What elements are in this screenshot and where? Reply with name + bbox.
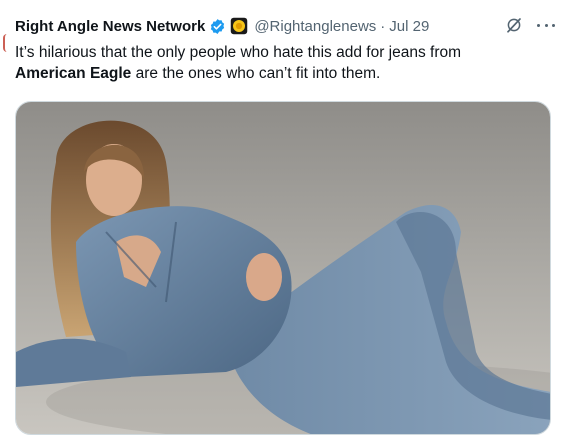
author-handle[interactable]: @Rightanglenews [254, 18, 376, 35]
verified-badge-icon[interactable] [209, 18, 226, 35]
separator-dot: · [380, 17, 386, 35]
tweet-text-start: It’s hilarious that the only people who … [15, 44, 462, 61]
tweet-header: Right Angle News Network @Rightanglenews… [15, 16, 555, 36]
tweet-text-bold: American Eagle [15, 65, 132, 82]
author-name[interactable]: Right Angle News Network [15, 18, 205, 35]
tweet-text-end: are the ones who can’t fit into them. [131, 65, 381, 82]
photo-illustration [16, 102, 550, 434]
edge-mark [3, 34, 11, 52]
affiliate-badge-icon[interactable] [230, 17, 248, 35]
grok-icon[interactable] [505, 16, 523, 34]
tweet[interactable]: Right Angle News Network @Rightanglenews… [15, 16, 555, 84]
tweet-text: It’s hilarious that the only people who … [15, 42, 535, 84]
tweet-date[interactable]: Jul 29 [389, 18, 429, 35]
tweet-media-image[interactable] [15, 101, 551, 435]
more-icon[interactable] [537, 16, 555, 34]
tweet-actions [505, 16, 555, 34]
